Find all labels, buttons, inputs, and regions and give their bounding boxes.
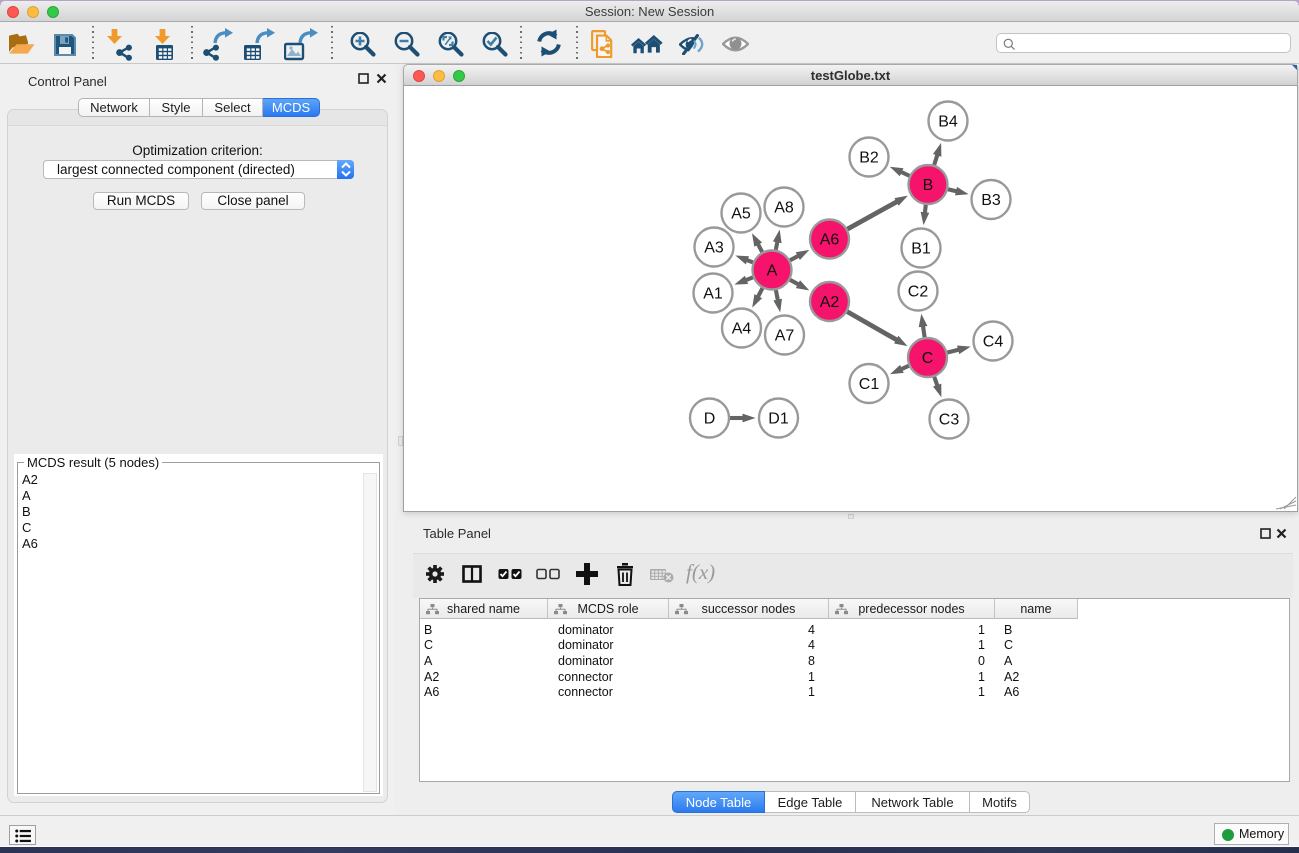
svg-text:A6: A6 xyxy=(820,232,840,249)
svg-text:C1: C1 xyxy=(859,376,880,393)
svg-text:A7: A7 xyxy=(775,328,795,345)
svg-text:D1: D1 xyxy=(768,411,789,428)
svg-text:A8: A8 xyxy=(774,200,794,217)
svg-text:A3: A3 xyxy=(704,240,724,257)
svg-text:C: C xyxy=(922,350,934,367)
svg-text:A2: A2 xyxy=(820,294,840,311)
svg-text:B1: B1 xyxy=(911,241,931,258)
svg-text:A1: A1 xyxy=(703,286,723,303)
svg-text:B: B xyxy=(923,177,934,194)
svg-text:A5: A5 xyxy=(731,206,751,223)
svg-text:B2: B2 xyxy=(859,150,879,167)
svg-text:A4: A4 xyxy=(732,321,752,338)
svg-text:C3: C3 xyxy=(939,412,960,429)
svg-text:B4: B4 xyxy=(938,114,958,131)
svg-text:C4: C4 xyxy=(983,334,1004,351)
svg-text:A: A xyxy=(767,263,778,280)
svg-text:D: D xyxy=(704,411,716,428)
svg-text:C2: C2 xyxy=(908,284,929,301)
svg-text:B3: B3 xyxy=(981,192,1001,209)
